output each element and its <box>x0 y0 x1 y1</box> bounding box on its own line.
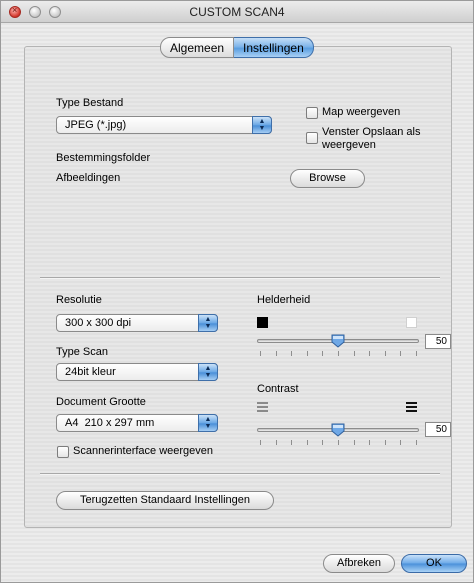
slider-tick <box>322 351 323 356</box>
destination-folder-label: Bestemmingsfolder <box>56 152 151 164</box>
slider-tick <box>400 351 401 356</box>
slider-tick <box>416 440 417 445</box>
slider-tick <box>369 351 370 356</box>
select-arrows-icon: ▲ ▼ <box>198 314 218 332</box>
window-title: CUSTOM SCAN4 <box>189 5 285 19</box>
section-divider <box>40 277 440 279</box>
contrast-ticks <box>257 440 419 445</box>
scan-type-value: 24bit kleur <box>65 366 116 378</box>
slider-tick <box>291 440 292 445</box>
reset-defaults-button[interactable]: Terugzetten Standaard Instellingen <box>56 491 274 510</box>
show-folder-checkbox[interactable] <box>306 107 318 119</box>
select-arrows-icon: ▲ ▼ <box>198 414 218 432</box>
document-size-select[interactable]: A4 210 x 297 mm ▲ ▼ <box>56 414 218 432</box>
slider-tick <box>416 351 417 356</box>
slider-tick <box>260 351 261 356</box>
contrast-label: Contrast <box>257 383 299 395</box>
dialog-window: × CUSTOM SCAN4 Algemeen Instellingen Typ… <box>0 0 474 583</box>
scan-type-select[interactable]: 24bit kleur ▲ ▼ <box>56 363 218 381</box>
show-folder-label: Map weergeven <box>322 106 401 118</box>
contrast-value[interactable]: 50 <box>425 422 451 437</box>
tab-bar: Algemeen Instellingen <box>160 37 314 59</box>
cancel-button[interactable]: Afbreken <box>323 554 395 573</box>
slider-tick <box>354 440 355 445</box>
resolution-label: Resolutie <box>56 294 102 306</box>
tab-general[interactable]: Algemeen <box>160 37 235 58</box>
slider-tick <box>307 351 308 356</box>
section-divider <box>40 473 440 475</box>
ok-button[interactable]: OK <box>401 554 467 573</box>
scanner-interface-label: Scannerinterface weergeven <box>73 445 214 457</box>
document-size-label: Document Grootte <box>56 396 146 408</box>
slider-tick <box>322 440 323 445</box>
slider-tick <box>276 351 277 356</box>
slider-tick <box>291 351 292 356</box>
brightness-value[interactable]: 50 <box>425 334 451 349</box>
scanner-interface-checkbox[interactable] <box>57 446 69 458</box>
low-contrast-icon <box>257 402 268 412</box>
resolution-select[interactable]: 300 x 300 dpi ▲ ▼ <box>56 314 218 332</box>
browse-button[interactable]: Browse <box>290 169 365 188</box>
slider-tick <box>385 440 386 445</box>
slider-tick <box>276 440 277 445</box>
destination-folder-value: Afbeeldingen <box>56 172 121 184</box>
resolution-value: 300 x 300 dpi <box>65 317 132 329</box>
slider-tick <box>369 440 370 445</box>
light-swatch-icon <box>406 317 417 328</box>
title-bar: × CUSTOM SCAN4 <box>1 1 473 23</box>
slider-tick <box>385 351 386 356</box>
file-type-label: Type Bestand <box>56 97 124 109</box>
scan-type-label: Type Scan <box>56 346 108 358</box>
file-type-value: JPEG (*.jpg) <box>65 119 127 131</box>
high-contrast-icon <box>406 402 417 412</box>
brightness-slider-thumb[interactable] <box>331 334 345 348</box>
brightness-label: Helderheid <box>257 294 311 306</box>
slider-tick <box>338 351 339 356</box>
file-type-select[interactable]: JPEG (*.jpg) ▲ ▼ <box>56 116 272 134</box>
select-arrows-icon: ▲ ▼ <box>252 116 272 134</box>
show-save-window-label: Venster Opslaan als weergeven <box>322 126 421 151</box>
slider-tick <box>400 440 401 445</box>
select-arrows-icon: ▲ ▼ <box>198 363 218 381</box>
document-size-value: A4 210 x 297 mm <box>65 417 155 429</box>
contrast-slider-thumb[interactable] <box>331 423 345 437</box>
brightness-ticks <box>257 351 419 356</box>
tab-settings[interactable]: Instellingen <box>234 37 314 58</box>
slider-tick <box>307 440 308 445</box>
slider-tick <box>354 351 355 356</box>
slider-tick <box>338 440 339 445</box>
show-save-window-checkbox[interactable] <box>306 132 318 144</box>
slider-tick <box>260 440 261 445</box>
dark-swatch-icon <box>257 317 268 328</box>
